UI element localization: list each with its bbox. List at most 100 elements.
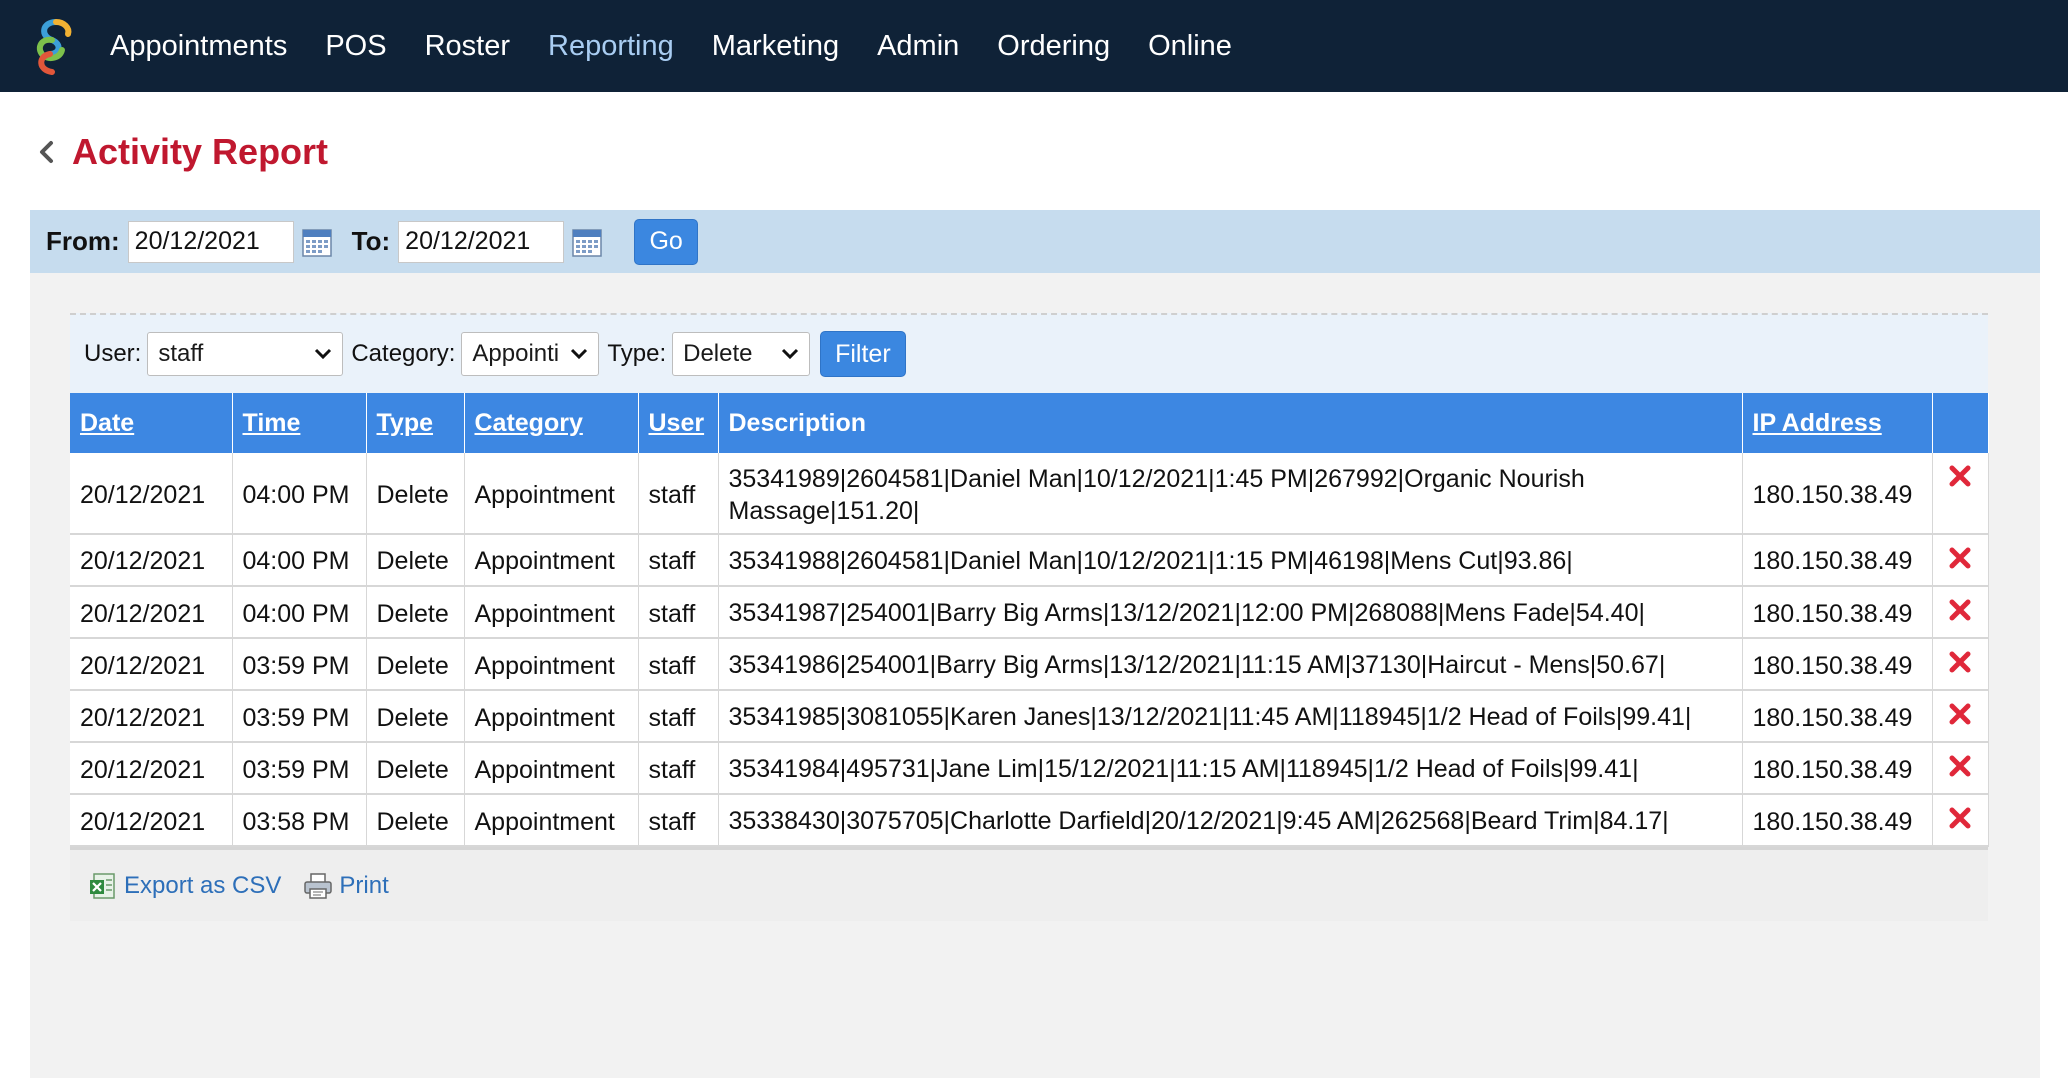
close-icon[interactable] [1947,649,1973,675]
sort-ip-link[interactable]: IP Address [1753,409,1882,437]
cell-user: staff [638,638,719,691]
table-row: 20/12/2021 04:00 PM Delete Appointment staff… [70,586,1989,639]
sort-category-link[interactable]: Category [475,409,583,437]
nav-online[interactable]: Online [1148,30,1232,63]
table-row: 20/12/2021 04:00 PM Delete Appointment staff… [70,534,1989,587]
print-label: Print [339,871,389,899]
cell-delete [1932,742,1989,795]
close-icon[interactable] [1947,753,1973,779]
nav-admin[interactable]: Admin [877,30,959,63]
cell-type: Delete [366,453,465,535]
calendar-icon[interactable] [301,227,332,257]
cell-delete [1932,453,1989,535]
from-date-input[interactable] [127,220,294,263]
sort-type-link[interactable]: Type [377,409,434,437]
cell-ip: 180.150.38.49 [1742,638,1933,691]
cell-ip: 180.150.38.49 [1742,742,1933,795]
cell-date: 20/12/2021 [70,586,233,639]
cell-time: 03:59 PM [232,742,367,795]
cell-description: 35341986|254001|Barry Big Arms|13/12/202… [718,638,1743,691]
cell-type: Delete [366,794,465,847]
cell-ip: 180.150.38.49 [1742,794,1933,847]
from-label: From: [46,226,120,256]
export-csv-link[interactable]: Export as CSV [88,871,281,901]
table-row: 20/12/2021 03:59 PM Delete Appointment staff… [70,638,1989,691]
cell-delete [1932,638,1989,691]
filter-row: User: staff Category: Appointi Type: Del… [70,313,1988,393]
sort-user-link[interactable]: User [649,409,705,437]
nav-pos[interactable]: POS [325,30,386,63]
cell-date: 20/12/2021 [70,453,233,535]
title-row: Activity Report [0,92,2068,212]
calendar-icon[interactable] [572,227,602,257]
table-row: 20/12/2021 03:58 PM Delete Appointment staff… [70,794,1989,847]
col-header-user[interactable]: User [638,393,719,453]
cell-user: staff [638,586,719,639]
excel-icon [90,872,115,899]
cell-description: 35341989|2604581|Daniel Man|10/12/2021|1… [718,453,1743,535]
category-filter-label: Category: [351,340,456,367]
close-icon[interactable] [1947,463,1973,489]
cell-description: 35341985|3081055|Karen Janes|13/12/2021|… [718,690,1743,743]
col-header-ip[interactable]: IP Address [1742,393,1933,453]
cell-category: Appointment [464,638,639,691]
cell-description: 35341988|2604581|Daniel Man|10/12/2021|1… [718,534,1743,587]
print-link[interactable]: Print [303,871,389,901]
close-icon[interactable] [1947,701,1973,727]
cell-user: staff [638,742,719,795]
chevron-down-icon [782,348,799,360]
col-header-time[interactable]: Time [232,393,367,453]
close-icon[interactable] [1947,805,1973,831]
type-select-value: Delete [683,340,753,367]
filter-button[interactable]: Filter [820,331,906,377]
category-select[interactable]: Appointi [461,332,600,376]
go-button[interactable]: Go [634,218,699,265]
user-filter-label: User: [84,340,142,367]
cell-time: 04:00 PM [232,586,367,639]
table-footer: Export as CSV Print [70,847,1988,921]
close-icon[interactable] [1947,597,1973,623]
to-label: To: [351,226,391,256]
col-header-category[interactable]: Category [464,393,639,453]
col-header-date[interactable]: Date [70,393,233,453]
cell-time: 04:00 PM [232,534,367,587]
col-header-actions [1932,393,1989,453]
nav-reporting[interactable]: Reporting [548,30,674,63]
nav-appointments[interactable]: Appointments [110,30,287,63]
col-header-type[interactable]: Type [366,393,465,453]
close-icon[interactable] [1947,545,1973,571]
cell-ip: 180.150.38.49 [1742,690,1933,743]
cell-user: staff [638,453,719,535]
date-range-bar: From: To: Go [30,210,2040,273]
page-title: Activity Report [72,131,329,172]
brand-logo-icon[interactable] [26,14,80,78]
table-header-row: Date Time Type Category User Description… [70,393,1989,453]
user-select[interactable]: staff [147,332,344,376]
sort-time-link[interactable]: Time [243,409,301,437]
table-row: 20/12/2021 03:59 PM Delete Appointment staff… [70,742,1989,795]
report-content: User: staff Category: Appointi Type: Del… [70,313,1989,1053]
cell-user: staff [638,534,719,587]
export-csv-label: Export as CSV [124,871,282,899]
nav-marketing[interactable]: Marketing [712,30,839,63]
activity-table: Date Time Type Category User Description… [70,393,1989,847]
to-date-input[interactable] [398,220,565,263]
table-body: 20/12/2021 04:00 PM Delete Appointment staff… [70,453,1989,847]
cell-type: Delete [366,586,465,639]
report-panel: User: staff Category: Appointi Type: Del… [30,273,2040,1078]
cell-description: 35341984|495731|Jane Lim|15/12/2021|11:1… [718,742,1743,795]
cell-delete [1932,794,1989,847]
cell-description: 35338430|3075705|Charlotte Darfield|20/1… [718,794,1743,847]
sort-date-link[interactable]: Date [80,409,134,437]
cell-category: Appointment [464,794,639,847]
cell-type: Delete [366,742,465,795]
table-row: 20/12/2021 04:00 PM Delete Appointment staff… [70,453,1989,535]
nav-ordering[interactable]: Ordering [997,30,1110,63]
cell-date: 20/12/2021 [70,794,233,847]
cell-type: Delete [366,690,465,743]
col-header-description: Description [718,393,1743,453]
nav-roster[interactable]: Roster [425,30,510,63]
type-select[interactable]: Delete [672,332,811,376]
chevron-left-icon[interactable] [36,139,58,165]
cell-ip: 180.150.38.49 [1742,453,1933,535]
